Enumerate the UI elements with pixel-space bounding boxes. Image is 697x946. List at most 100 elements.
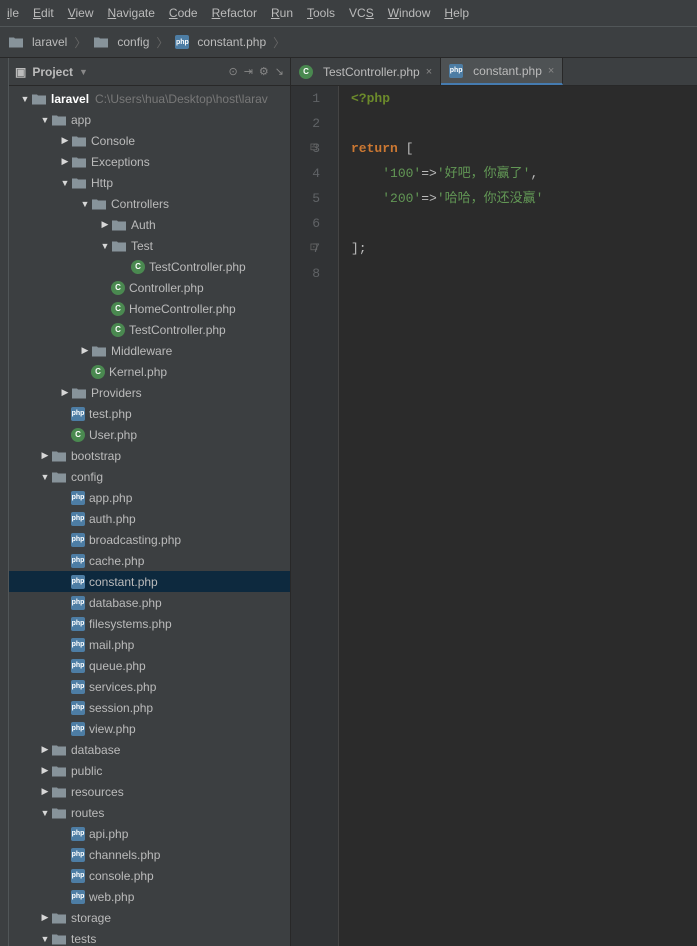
menu-navigate[interactable]: Navigate xyxy=(101,3,162,23)
menu-window[interactable]: Window xyxy=(381,3,438,23)
tree-arrow-icon[interactable] xyxy=(39,808,51,818)
tree-item-web-php[interactable]: phpweb.php xyxy=(9,886,290,907)
tree-item-bootstrap[interactable]: bootstrap xyxy=(9,445,290,466)
tree-item-api-php[interactable]: phpapi.php xyxy=(9,823,290,844)
tree-item-services-php[interactable]: phpservices.php xyxy=(9,676,290,697)
menu-edit[interactable]: Edit xyxy=(26,3,61,23)
tree-arrow-icon[interactable] xyxy=(99,219,111,230)
close-icon[interactable]: × xyxy=(426,66,432,78)
tree-item-auth-php[interactable]: phpauth.php xyxy=(9,508,290,529)
tree-item-Controllers[interactable]: Controllers xyxy=(9,193,290,214)
menu-tools[interactable]: Tools xyxy=(300,3,342,23)
breadcrumb-config[interactable]: config xyxy=(87,32,155,52)
collapse-icon[interactable]: ⇥ xyxy=(244,65,253,78)
breadcrumb-laravel[interactable]: laravel xyxy=(2,32,73,52)
breadcrumb: laravel〉config〉phpconstant.php〉 xyxy=(0,27,697,58)
tree-item-app-php[interactable]: phpapp.php xyxy=(9,487,290,508)
tree-arrow-icon[interactable] xyxy=(59,135,71,146)
fold-icon[interactable]: ⊟ xyxy=(310,136,318,161)
project-tree[interactable]: laravelC:\Users\hua\Desktop\host\laravap… xyxy=(9,86,290,946)
tree-item-filesystems-php[interactable]: phpfilesystems.php xyxy=(9,613,290,634)
tool-window-stripe[interactable] xyxy=(0,58,9,946)
tree-item-Middleware[interactable]: Middleware xyxy=(9,340,290,361)
menu-code[interactable]: Code xyxy=(162,3,205,23)
tree-item-Controller-php[interactable]: CController.php xyxy=(9,277,290,298)
tree-item-public[interactable]: public xyxy=(9,760,290,781)
tree-item-test-php[interactable]: phptest.php xyxy=(9,403,290,424)
project-header: ▣ Project ▼ ⊙ ⇥ ⚙ ↘ xyxy=(9,58,290,86)
tree-item-TestController-php[interactable]: CTestController.php xyxy=(9,256,290,277)
tree-item-tests[interactable]: tests xyxy=(9,928,290,946)
tree-item-Exceptions[interactable]: Exceptions xyxy=(9,151,290,172)
tree-item-storage[interactable]: storage xyxy=(9,907,290,928)
tree-arrow-icon[interactable] xyxy=(59,156,71,167)
tree-item-User-php[interactable]: CUser.php xyxy=(9,424,290,445)
chevron-down-icon[interactable]: ▼ xyxy=(79,67,88,77)
tree-arrow-icon[interactable] xyxy=(79,345,91,356)
code-content[interactable]: <?php return [ '100'=>'好吧，你赢了', '200'=>'… xyxy=(339,86,697,946)
tree-item-Auth[interactable]: Auth xyxy=(9,214,290,235)
tree-item-console-php[interactable]: phpconsole.php xyxy=(9,865,290,886)
string: '100' xyxy=(382,166,421,181)
tree-item-session-php[interactable]: phpsession.php xyxy=(9,697,290,718)
tree-arrow-icon[interactable] xyxy=(39,912,51,923)
tree-label: Console xyxy=(91,134,135,148)
tree-item-constant-php[interactable]: phpconstant.php xyxy=(9,571,290,592)
tree-arrow-icon[interactable] xyxy=(59,178,71,188)
tree-arrow-icon[interactable] xyxy=(39,115,51,125)
tree-arrow-icon[interactable] xyxy=(39,934,51,944)
hide-icon[interactable]: ↘ xyxy=(275,65,284,78)
tree-item-mail-php[interactable]: phpmail.php xyxy=(9,634,290,655)
close-icon[interactable]: × xyxy=(548,65,554,77)
tree-item-database[interactable]: database xyxy=(9,739,290,760)
menu-help[interactable]: Help xyxy=(437,3,476,23)
tree-item-queue-php[interactable]: phpqueue.php xyxy=(9,655,290,676)
tree-item-channels-php[interactable]: phpchannels.php xyxy=(9,844,290,865)
breadcrumb-constant.php[interactable]: phpconstant.php xyxy=(169,33,272,51)
tree-item-app[interactable]: app xyxy=(9,109,290,130)
tree-item-view-php[interactable]: phpview.php xyxy=(9,718,290,739)
code-editor[interactable]: 123⊟4567⊡8 <?php return [ '100'=>'好吧，你赢了… xyxy=(291,86,697,946)
tree-arrow-icon[interactable] xyxy=(79,199,91,209)
tree-item-database-php[interactable]: phpdatabase.php xyxy=(9,592,290,613)
php-file-icon: php xyxy=(71,596,85,610)
tree-item-Kernel-php[interactable]: CKernel.php xyxy=(9,361,290,382)
php-file-icon: php xyxy=(71,659,85,673)
menu-ile[interactable]: ile xyxy=(0,3,26,23)
tree-item-TestController-php[interactable]: CTestController.php xyxy=(9,319,290,340)
tree-item-routes[interactable]: routes xyxy=(9,802,290,823)
folder-icon xyxy=(51,805,67,821)
tree-item-broadcasting-php[interactable]: phpbroadcasting.php xyxy=(9,529,290,550)
tree-arrow-icon[interactable] xyxy=(19,94,31,104)
tree-arrow-icon[interactable] xyxy=(99,241,111,251)
tree-arrow-icon[interactable] xyxy=(39,744,51,755)
tree-arrow-icon[interactable] xyxy=(39,450,51,461)
project-label: Project xyxy=(32,65,73,79)
tree-label: Middleware xyxy=(111,344,172,358)
tree-item-Http[interactable]: Http xyxy=(9,172,290,193)
menu-run[interactable]: Run xyxy=(264,3,300,23)
tree-item-resources[interactable]: resources xyxy=(9,781,290,802)
folder-icon xyxy=(51,742,67,758)
tree-item-Console[interactable]: Console xyxy=(9,130,290,151)
menu-refactor[interactable]: Refactor xyxy=(205,3,264,23)
tree-item-laravel[interactable]: laravelC:\Users\hua\Desktop\host\larav xyxy=(9,88,290,109)
fold-icon[interactable]: ⊡ xyxy=(310,236,318,261)
tree-arrow-icon[interactable] xyxy=(39,786,51,797)
tree-item-Test[interactable]: Test xyxy=(9,235,290,256)
locate-icon[interactable]: ⊙ xyxy=(228,65,237,78)
tree-arrow-icon[interactable] xyxy=(59,387,71,398)
tree-item-config[interactable]: config xyxy=(9,466,290,487)
tab-TestController-php[interactable]: CTestController.php× xyxy=(291,58,441,85)
tree-item-HomeController-php[interactable]: CHomeController.php xyxy=(9,298,290,319)
tree-arrow-icon[interactable] xyxy=(39,472,51,482)
menu-vcs[interactable]: VCS xyxy=(342,3,381,23)
tree-arrow-icon[interactable] xyxy=(39,765,51,776)
gear-icon[interactable]: ⚙ xyxy=(259,65,269,78)
tab-constant-php[interactable]: phpconstant.php× xyxy=(441,58,563,85)
menu-view[interactable]: View xyxy=(61,3,101,23)
tree-label: TestController.php xyxy=(129,323,226,337)
tree-item-cache-php[interactable]: phpcache.php xyxy=(9,550,290,571)
tree-item-Providers[interactable]: Providers xyxy=(9,382,290,403)
tree-label: mail.php xyxy=(89,638,134,652)
